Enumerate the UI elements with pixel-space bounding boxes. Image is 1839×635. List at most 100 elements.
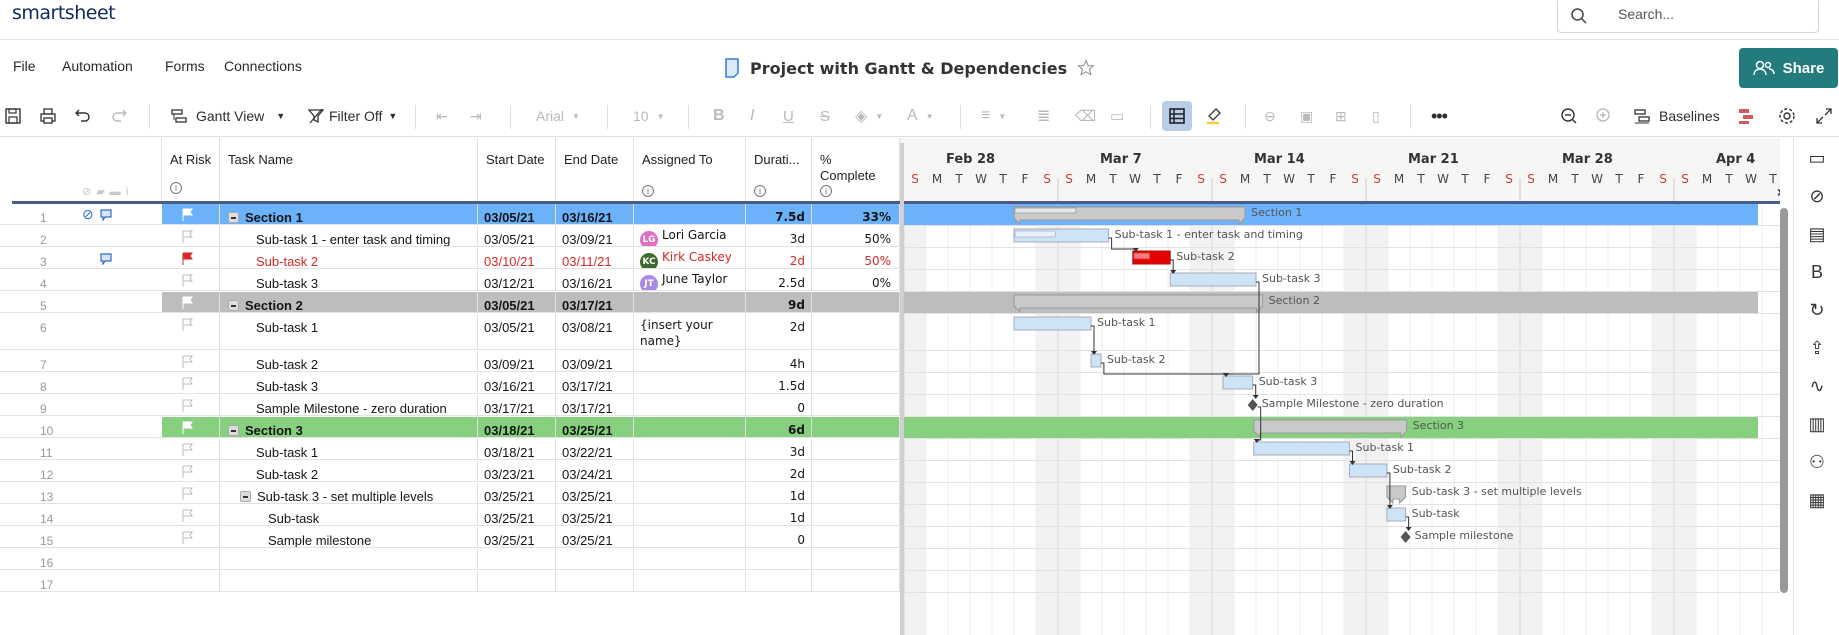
task-name-cell[interactable]: Sub-task 2 bbox=[220, 461, 478, 481]
complete-cell[interactable] bbox=[812, 417, 900, 437]
column-header-task-name[interactable]: Task Name bbox=[220, 138, 478, 203]
at-risk-cell[interactable] bbox=[162, 373, 220, 393]
menu-connections[interactable]: Connections bbox=[224, 58, 302, 74]
empty-cell[interactable] bbox=[220, 549, 478, 569]
end-date-cell[interactable]: 03/25/21 bbox=[556, 505, 634, 525]
duration-cell[interactable]: 0 bbox=[746, 395, 812, 415]
duration-cell[interactable]: 2d bbox=[746, 314, 812, 349]
sheet-title[interactable]: Project with Gantt & Dependencies bbox=[750, 59, 1067, 78]
filter-button[interactable]: Filter Off ▼ bbox=[307, 105, 397, 127]
duration-cell[interactable]: 6d bbox=[746, 417, 812, 437]
empty-cell[interactable] bbox=[746, 571, 812, 591]
underline-button[interactable]: U bbox=[783, 105, 794, 127]
complete-cell[interactable]: 50% bbox=[812, 248, 900, 268]
collapse-toggle[interactable] bbox=[228, 300, 239, 311]
bar-label[interactable]: Sub-task 2 bbox=[1176, 250, 1235, 263]
strikethrough-button[interactable]: S bbox=[820, 105, 830, 127]
collapse-toggle[interactable] bbox=[228, 212, 239, 223]
contacts-icon[interactable]: ⚇ bbox=[1806, 452, 1828, 474]
bar-label[interactable]: Sub-task 3 - set multiple levels bbox=[1412, 485, 1582, 498]
table-row[interactable]: 17 bbox=[0, 571, 900, 592]
assigned-to-cell[interactable]: LG Lori Garcia bbox=[634, 226, 746, 246]
bar-label[interactable]: Sub-task 1 - enter task and timing bbox=[1115, 228, 1303, 241]
complete-cell[interactable] bbox=[812, 314, 900, 349]
bar-label[interactable]: Section 2 bbox=[1269, 294, 1320, 307]
row-number[interactable]: 2 bbox=[12, 226, 162, 247]
end-date-cell[interactable]: 03/16/21 bbox=[556, 270, 634, 290]
bar-label[interactable]: Sample milestone bbox=[1415, 529, 1514, 542]
bold-button[interactable]: B bbox=[713, 105, 725, 127]
table-row[interactable]: 14 Sub-task 03/25/21 03/25/21 1d bbox=[0, 505, 900, 526]
at-risk-cell[interactable] bbox=[162, 483, 220, 503]
assigned-to-cell[interactable] bbox=[634, 373, 746, 393]
text-color-button[interactable]: A ▼ bbox=[907, 105, 934, 127]
complete-cell[interactable] bbox=[812, 505, 900, 525]
start-date-cell[interactable]: 03/25/21 bbox=[478, 483, 556, 503]
empty-cell[interactable] bbox=[746, 549, 812, 569]
at-risk-cell[interactable] bbox=[162, 527, 220, 547]
empty-cell[interactable] bbox=[812, 549, 900, 569]
duration-cell[interactable]: 1.5d bbox=[746, 373, 812, 393]
flag-icon[interactable] bbox=[182, 421, 194, 434]
more-button[interactable]: ••• bbox=[1431, 105, 1448, 127]
empty-cell[interactable] bbox=[634, 571, 746, 591]
collapse-toggle[interactable] bbox=[240, 491, 251, 502]
start-date-cell[interactable]: 03/25/21 bbox=[478, 527, 556, 547]
italic-button[interactable]: I bbox=[750, 105, 754, 127]
flag-icon[interactable] bbox=[182, 399, 194, 412]
duration-cell[interactable]: 1d bbox=[746, 505, 812, 525]
assigned-to-cell[interactable] bbox=[634, 483, 746, 503]
task-name-cell[interactable]: Sample milestone bbox=[220, 527, 478, 547]
empty-cell[interactable] bbox=[220, 571, 478, 591]
undo-button[interactable] bbox=[74, 105, 92, 127]
image-button[interactable]: ▣ bbox=[1300, 105, 1313, 127]
complete-cell[interactable] bbox=[812, 439, 900, 459]
empty-cell[interactable] bbox=[478, 571, 556, 591]
outdent-button[interactable]: ⇤ bbox=[436, 105, 448, 127]
assigned-to-cell[interactable] bbox=[634, 204, 746, 224]
duration-cell[interactable]: 4h bbox=[746, 351, 812, 371]
baselines-button[interactable]: Baselines bbox=[1633, 105, 1720, 127]
start-date-cell[interactable]: 03/05/21 bbox=[478, 314, 556, 349]
flag-icon[interactable] bbox=[182, 509, 194, 522]
duration-cell[interactable]: 9d bbox=[746, 292, 812, 312]
at-risk-cell[interactable] bbox=[162, 461, 220, 481]
start-date-cell[interactable]: 03/05/21 bbox=[478, 226, 556, 246]
flag-icon[interactable] bbox=[182, 531, 194, 544]
bar-label[interactable]: Sub-task bbox=[1412, 507, 1461, 520]
collapse-toggle[interactable] bbox=[228, 425, 239, 436]
flag-icon[interactable] bbox=[182, 230, 194, 243]
publish-icon[interactable]: B bbox=[1806, 262, 1828, 284]
empty-cell[interactable] bbox=[556, 549, 634, 569]
task-name-cell[interactable]: Section 3 bbox=[220, 417, 478, 437]
redo-button[interactable] bbox=[110, 105, 128, 127]
end-date-cell[interactable]: 03/25/21 bbox=[556, 417, 634, 437]
at-risk-cell[interactable] bbox=[162, 226, 220, 246]
assigned-to-cell[interactable]: JT June Taylor bbox=[634, 270, 746, 290]
vertical-scrollbar[interactable] bbox=[1780, 208, 1788, 593]
comment-icon[interactable] bbox=[100, 253, 112, 265]
empty-cell[interactable] bbox=[556, 571, 634, 591]
assigned-to-cell[interactable] bbox=[634, 395, 746, 415]
assigned-to-cell[interactable] bbox=[634, 417, 746, 437]
format-painter-button[interactable]: ▭ bbox=[1110, 105, 1124, 127]
start-date-cell[interactable]: 03/10/21 bbox=[478, 248, 556, 268]
assigned-to-cell[interactable] bbox=[634, 527, 746, 547]
link-button[interactable]: ⊖ bbox=[1264, 105, 1276, 127]
end-date-cell[interactable]: 03/17/21 bbox=[556, 395, 634, 415]
start-date-cell[interactable]: 03/25/21 bbox=[478, 505, 556, 525]
align-button[interactable]: ≡ ▼ bbox=[981, 105, 1006, 127]
task-name-cell[interactable]: Sample Milestone - zero duration bbox=[220, 395, 478, 415]
task-name-cell[interactable]: Sub-task 3 bbox=[220, 373, 478, 393]
menu-automation[interactable]: Automation bbox=[62, 58, 133, 74]
update-requests-icon[interactable]: ↻ bbox=[1806, 300, 1828, 322]
row-number[interactable]: 4 bbox=[12, 270, 162, 291]
menu-forms[interactable]: Forms bbox=[165, 58, 205, 74]
row-number[interactable]: 5 bbox=[12, 292, 162, 313]
critical-path-button[interactable] bbox=[1737, 105, 1755, 127]
grid-view-toggle[interactable] bbox=[1162, 101, 1192, 131]
column-header-end-date[interactable]: End Date bbox=[556, 138, 634, 203]
bar-label[interactable]: Sample Milestone - zero duration bbox=[1262, 397, 1444, 410]
row-number[interactable]: 14 bbox=[12, 505, 162, 526]
assigned-to-cell[interactable] bbox=[634, 439, 746, 459]
